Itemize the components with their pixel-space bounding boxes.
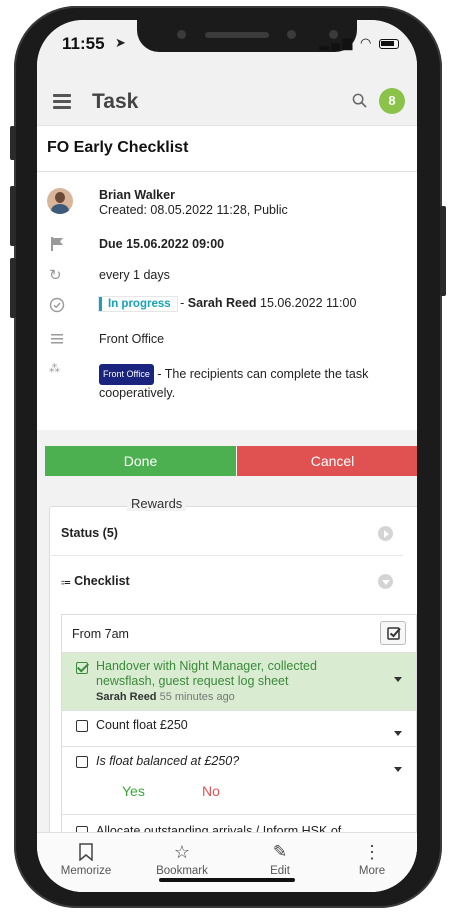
signal-icon: ▂▄▆ — [319, 35, 355, 50]
status-time: 15.06.2022 11:00 — [256, 296, 357, 310]
due-row: Due 15.06.2022 09:00 — [37, 236, 417, 258]
due-date: Due 15.06.2022 09:00 — [99, 237, 225, 251]
page-title: Task — [92, 90, 139, 113]
tab-more[interactable]: ⋮ More — [337, 841, 407, 877]
task-title: FO Early Checklist — [47, 139, 189, 156]
bookmark-outline-icon — [79, 843, 93, 861]
recipient-description: - The recipients can complete the task — [153, 367, 369, 381]
chevron-right-icon — [378, 526, 393, 541]
recipients-text: Front Office - The recipients can comple… — [99, 364, 368, 402]
author-row: Brian Walker Created: 08.05.2022 11:28, … — [37, 186, 417, 226]
chevron-down-icon — [378, 574, 393, 589]
check-all-button[interactable] — [380, 621, 406, 645]
checklist-item[interactable]: Is float balanced at £250? Yes No — [62, 747, 416, 815]
check-circle-icon — [49, 297, 65, 313]
status-icons: ▂▄▆ ◠ — [319, 35, 399, 51]
yes-option[interactable]: Yes — [122, 783, 145, 799]
home-indicator — [159, 878, 295, 882]
status-bar: 11:55 ➤ ▂▄▆ ◠ — [37, 20, 417, 78]
completed-by: Sarah Reed — [96, 691, 157, 703]
battery-icon — [379, 38, 399, 49]
checkbox[interactable] — [76, 756, 88, 768]
checklist-item[interactable]: Handover with Night Manager, collected n… — [62, 653, 416, 711]
progress-info: In progress - Sarah Reed 15.06.2022 11:0… — [99, 296, 356, 311]
chevron-down-icon[interactable] — [394, 731, 402, 736]
status-section-label: Status (5) — [61, 526, 118, 540]
author-name: Brian Walker — [99, 188, 175, 202]
chevron-down-icon[interactable] — [394, 677, 402, 682]
checklist-group-header: From 7am — [62, 615, 416, 653]
location-row: Front Office — [37, 330, 417, 352]
volume-down-button — [10, 258, 16, 318]
avatar — [47, 188, 73, 214]
volume-up-button — [10, 186, 16, 246]
checklist-item[interactable]: Count float £250 — [62, 711, 416, 747]
done-button[interactable]: Done — [45, 446, 236, 476]
no-option[interactable]: No — [202, 783, 220, 799]
status-user: Sarah Reed — [187, 296, 257, 310]
checklist-item-text: Handover with Night Manager, collected n… — [96, 659, 317, 703]
recipient-description-cont: cooperatively. — [99, 386, 176, 400]
location-arrow-icon: ➤ — [115, 35, 126, 50]
app-screen: 11:55 ➤ ▂▄▆ ◠ Task 8 FO Early Checklist … — [37, 20, 417, 892]
recipient-tag[interactable]: Front Office — [99, 364, 154, 385]
created-info: Created: 08.05.2022 11:28, Public — [99, 203, 288, 217]
checklist-item-text: Is float balanced at £250? — [96, 754, 240, 768]
power-button — [440, 206, 446, 296]
status-badge: In progress — [99, 297, 177, 311]
search-icon[interactable] — [352, 93, 367, 108]
chevron-down-icon[interactable] — [394, 767, 402, 772]
list-icon — [51, 334, 63, 344]
location-text: Front Office — [99, 332, 165, 346]
status-separator: - — [176, 296, 188, 310]
task-header: FO Early Checklist — [37, 126, 417, 172]
rewards-legend: Rewards — [127, 496, 187, 511]
wifi-icon: ◠ — [360, 35, 374, 50]
star-icon: ☆ — [173, 841, 191, 862]
checklist-icon: ⩴ — [61, 576, 71, 588]
tab-edit[interactable]: ✎ Edit — [245, 841, 315, 877]
bottom-tab-bar: Memorize ☆ Bookmark ✎ Edit ⋮ More — [37, 832, 417, 892]
check-square-icon — [387, 627, 401, 640]
flag-icon — [51, 237, 63, 251]
progress-row: In progress - Sarah Reed 15.06.2022 11:0… — [37, 296, 417, 320]
checklist-section-label: ⩴ Checklist — [61, 574, 130, 588]
more-vertical-icon: ⋮ — [363, 842, 381, 862]
checkbox[interactable] — [76, 720, 88, 732]
checklist-section[interactable]: ⩴ Checklist — [51, 560, 403, 604]
mute-switch — [10, 126, 16, 160]
tab-bookmark[interactable]: ☆ Bookmark — [147, 841, 217, 878]
checklist-item-text: Count float £250 — [96, 718, 188, 732]
clock: 11:55 — [62, 34, 105, 53]
app-bar: Task 8 — [37, 78, 417, 126]
checklist-group-title: From 7am — [72, 627, 129, 641]
menu-icon[interactable] — [53, 94, 71, 109]
pencil-icon: ✎ — [272, 842, 288, 861]
checkbox[interactable] — [76, 662, 88, 674]
group-icon: ⁂ — [49, 363, 60, 375]
repeat-row: ↻ every 1 days — [37, 267, 417, 289]
tab-memorize[interactable]: Memorize — [51, 841, 121, 877]
repeat-text: every 1 days — [99, 268, 170, 282]
repeat-icon: ↻ — [49, 267, 62, 284]
recipients-row: ⁂ Front Office - The recipients can comp… — [37, 362, 417, 402]
completed-time: 55 minutes ago — [156, 691, 235, 703]
notification-badge[interactable]: 8 — [379, 88, 405, 114]
status-section[interactable]: Status (5) — [51, 512, 403, 556]
checklist: From 7am Handover with Night Manager, co… — [61, 614, 417, 864]
cancel-button[interactable]: Cancel — [237, 446, 417, 476]
